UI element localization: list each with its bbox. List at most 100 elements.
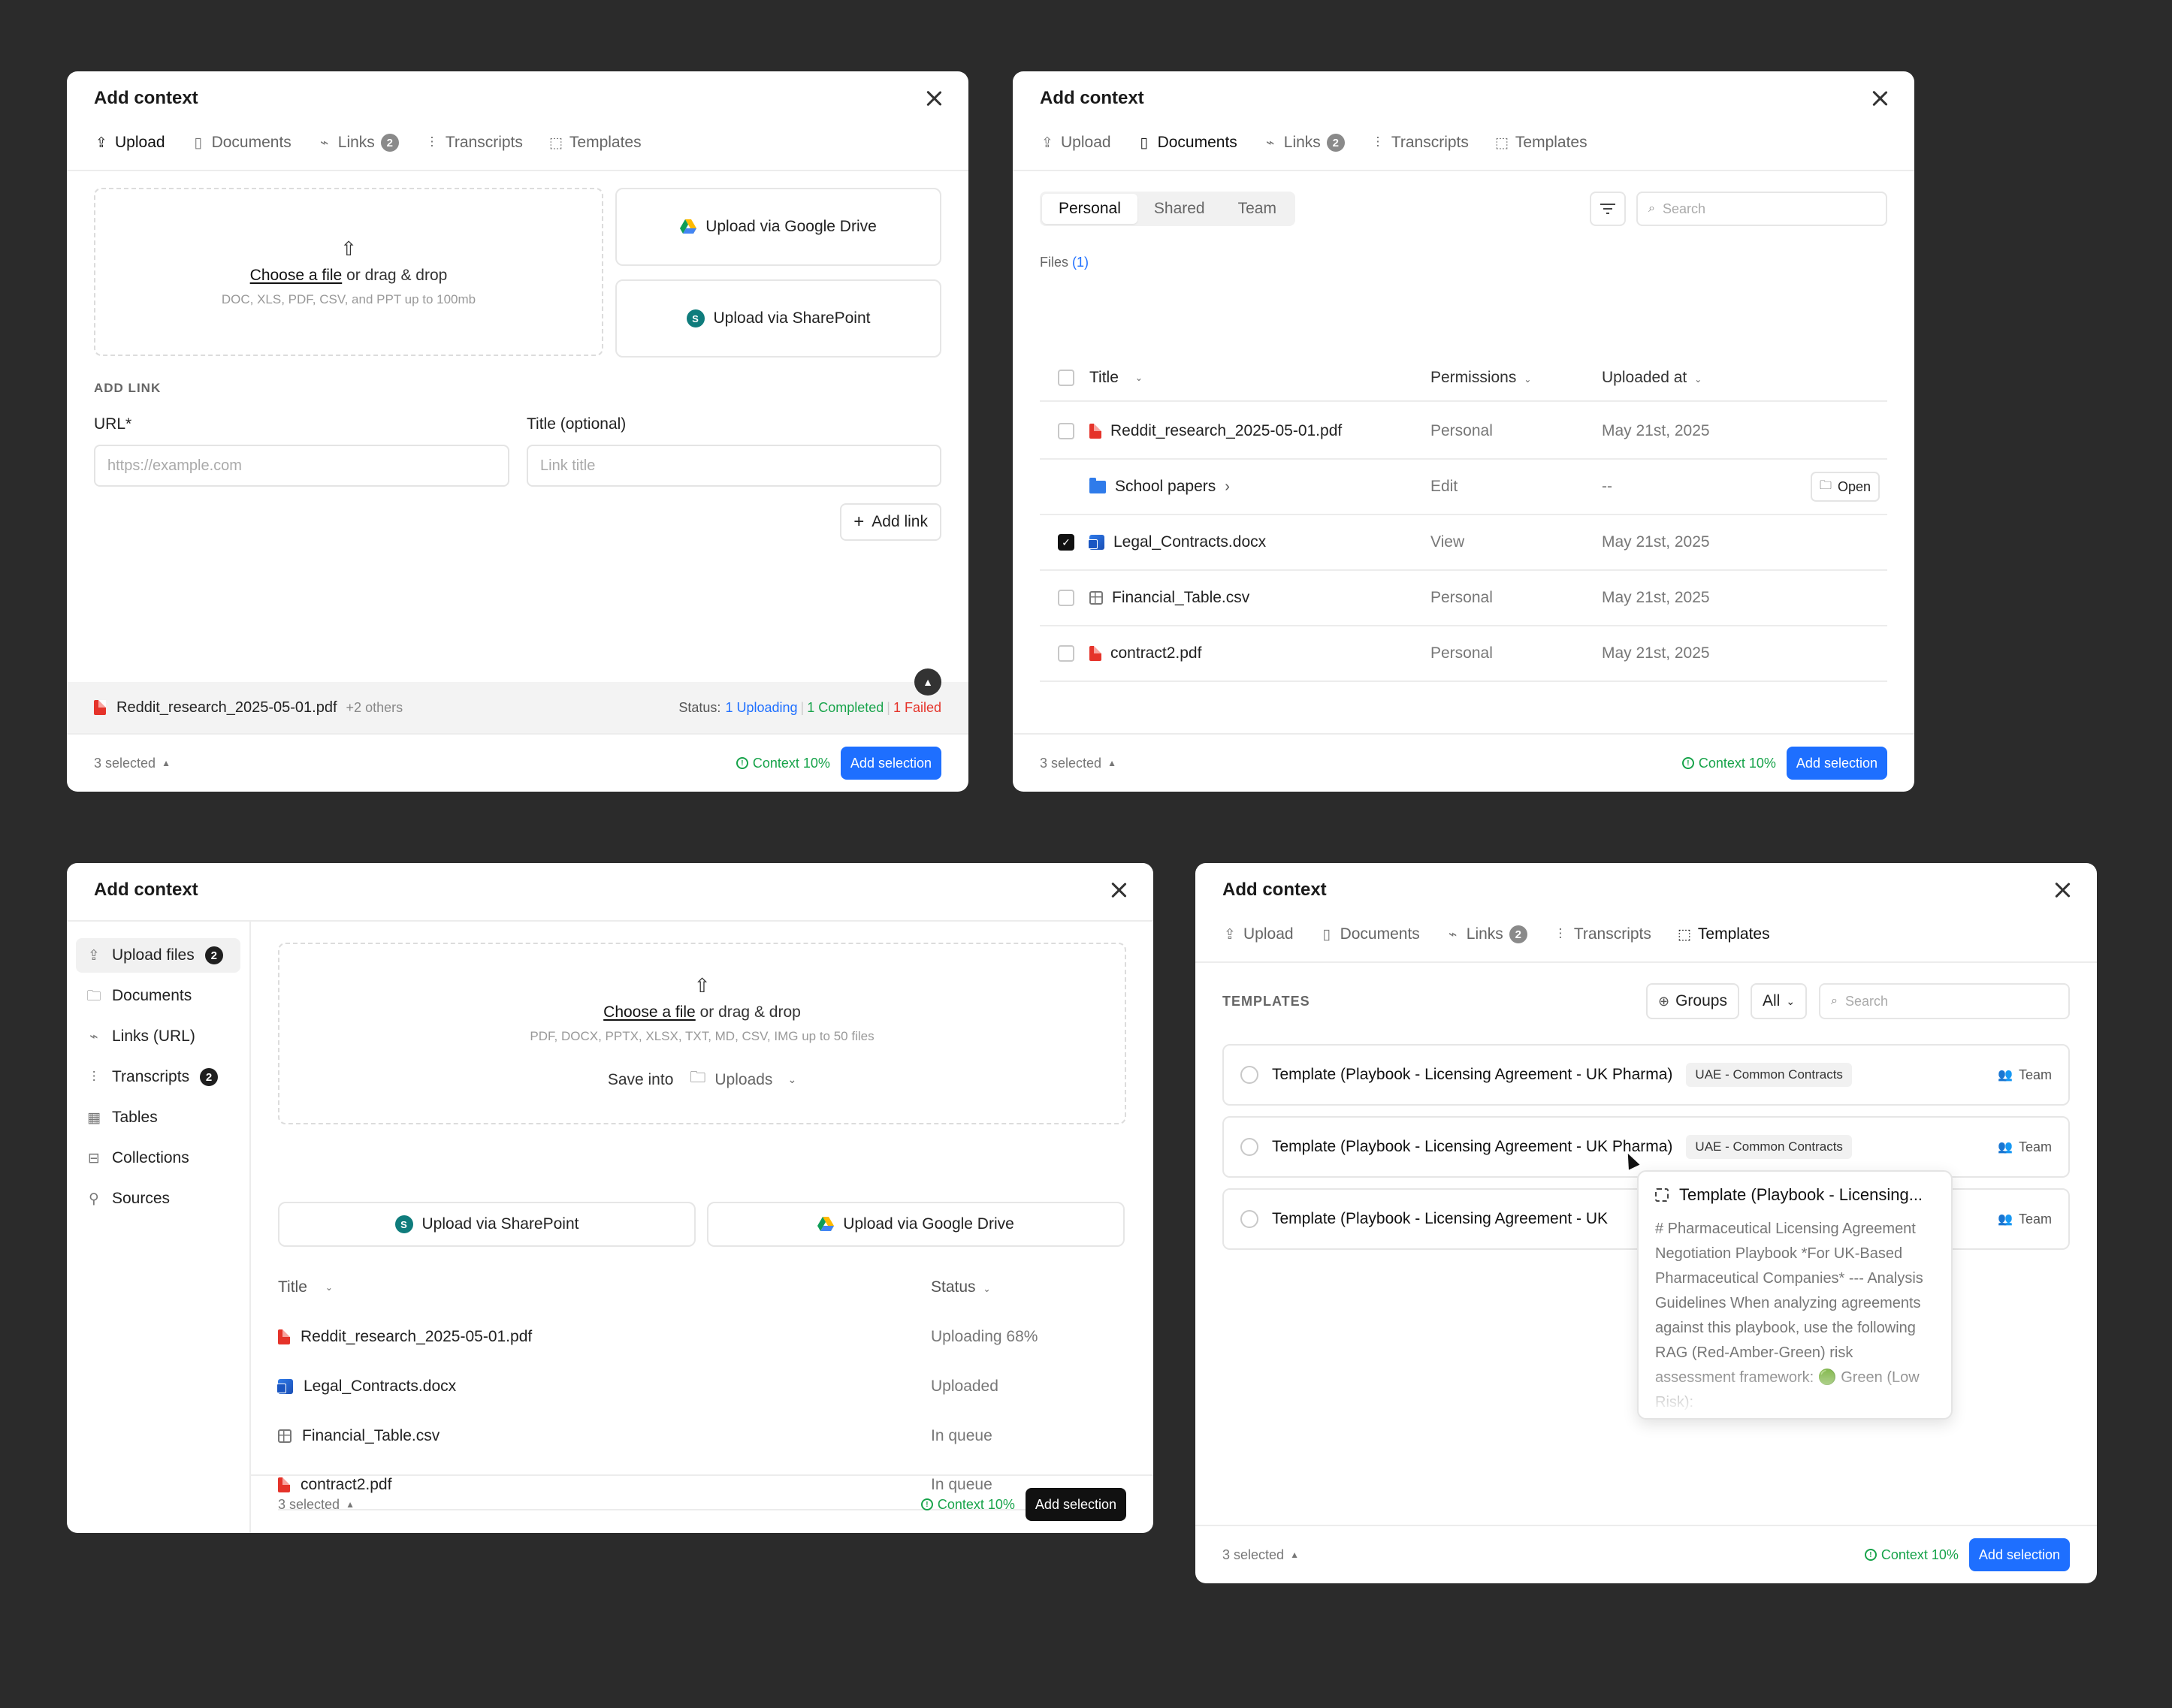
selected-count-toggle[interactable]: 3 selected ▲ — [1040, 756, 1116, 771]
file-permission: Personal — [1430, 644, 1493, 662]
column-title[interactable]: Title ⌄ — [278, 1278, 931, 1296]
segment-personal[interactable]: Personal — [1042, 194, 1137, 224]
add-context-dialog-sidebar: Add context ⇪ Upload files 2 🗀 Documents ⌁ L… — [67, 863, 1153, 1533]
tab-links[interactable]: ⌁ Links 2 — [1445, 923, 1527, 946]
sharepoint-button[interactable]: S Upload via SharePoint — [615, 279, 941, 358]
status-failed[interactable]: 1 Failed — [893, 700, 941, 716]
folder-icon: 🗀 — [86, 988, 101, 1004]
select-all-checkbox[interactable] — [1058, 370, 1074, 386]
tab-documents[interactable]: ▯ Documents — [1319, 923, 1419, 946]
segment-shared[interactable]: Shared — [1137, 194, 1222, 224]
column-permissions[interactable]: Permissions ⌄ — [1430, 369, 1602, 387]
open-folder-button[interactable]: 🗀 Open — [1810, 472, 1880, 502]
status-completed[interactable]: 1 Completed — [807, 700, 884, 716]
tab-templates[interactable]: ⬚ Templates — [1494, 131, 1587, 154]
row-checkbox-checked[interactable]: ✓ — [1058, 534, 1074, 551]
template-radio[interactable] — [1240, 1066, 1258, 1084]
sidebar-item-tables[interactable]: ▦ Tables — [76, 1100, 240, 1135]
tab-divider — [1195, 961, 2097, 963]
tab-templates[interactable]: ⬚ Templates — [1677, 923, 1770, 946]
column-status[interactable]: Status ⌄ — [931, 1278, 1126, 1296]
collapse-chevron-icon[interactable]: ▲ — [914, 668, 941, 696]
add-selection-button[interactable]: Add selection — [1786, 747, 1887, 780]
tab-upload[interactable]: ⇪ Upload — [1040, 131, 1111, 154]
tab-transcripts[interactable]: ⫶ Transcripts — [1553, 923, 1651, 946]
template-row[interactable]: Template (Playbook - Licensing Agreement… — [1222, 1116, 2070, 1178]
add-link-heading: ADD LINK — [94, 381, 162, 395]
close-icon[interactable] — [925, 89, 943, 107]
search-field[interactable]: ⌕ Search — [1636, 192, 1887, 226]
column-uploaded-at[interactable]: Uploaded at ⌄ — [1602, 369, 1887, 387]
add-link-button[interactable]: + Add link — [840, 503, 941, 541]
file-name: contract2.pdf — [1110, 644, 1202, 662]
tab-links[interactable]: ⌁ Links 2 — [1263, 131, 1345, 154]
tab-upload[interactable]: ⇪ Upload — [94, 131, 165, 154]
search-field[interactable]: ⌕ Search — [1819, 983, 2070, 1019]
table-row[interactable]: Reddit_research_2025-05-01.pdf Personal … — [1040, 404, 1887, 460]
sidebar-item-links[interactable]: ⌁ Links (URL) — [76, 1019, 240, 1054]
close-icon[interactable] — [1110, 881, 1128, 899]
segment-team[interactable]: Team — [1222, 194, 1293, 224]
save-into-selector[interactable]: Save into 🗀 Uploads ⌄ — [608, 1067, 796, 1093]
open-label: Open — [1837, 478, 1871, 494]
template-radio[interactable] — [1240, 1138, 1258, 1156]
template-icon — [1655, 1188, 1669, 1202]
sidebar-item-label: Links (URL) — [112, 1028, 195, 1045]
tab-transcripts[interactable]: ⫶ Transcripts — [1370, 131, 1468, 154]
scope-dropdown[interactable]: All ⌄ — [1751, 983, 1808, 1019]
google-drive-button[interactable]: Upload via Google Drive — [707, 1202, 1125, 1247]
google-drive-icon — [817, 1217, 835, 1231]
table-row[interactable]: contract2.pdf Personal May 21st, 2025 — [1040, 626, 1887, 682]
table-row[interactable]: Financial_Table.csv Personal May 21st, 2… — [1040, 571, 1887, 626]
add-selection-button[interactable]: Add selection — [840, 747, 941, 780]
template-radio[interactable] — [1240, 1210, 1258, 1228]
tab-divider — [1013, 170, 1914, 171]
table-row-folder[interactable]: School papers › Edit -- 🗀 Open — [1040, 460, 1887, 515]
save-into-value: Uploads — [714, 1070, 773, 1088]
tab-label: Templates — [569, 134, 642, 151]
link-title-input[interactable] — [527, 445, 941, 487]
choose-file-link[interactable]: Choose a file — [603, 1003, 696, 1021]
table-row[interactable]: ✓ Legal_Contracts.docx View May 21st, 20… — [1040, 515, 1887, 571]
tab-links[interactable]: ⌁ Links 2 — [317, 131, 399, 154]
file-dropzone[interactable]: ⇧ Choose a file or drag & drop PDF, DOCX… — [278, 943, 1126, 1124]
status-uploading[interactable]: 1 Uploading — [725, 700, 797, 716]
waveform-icon: ⫶ — [1558, 926, 1563, 943]
tab-documents[interactable]: ▯ Documents — [191, 131, 291, 154]
sidebar-item-transcripts[interactable]: ⫶ Transcripts 2 — [76, 1060, 240, 1094]
google-drive-button[interactable]: Upload via Google Drive — [615, 188, 941, 266]
add-selection-button[interactable]: Add selection — [1968, 1538, 2070, 1571]
tab-upload[interactable]: ⇪ Upload — [1222, 923, 1294, 946]
row-checkbox[interactable] — [1058, 423, 1074, 439]
tab-transcripts[interactable]: ⫶ Transcripts — [424, 131, 522, 154]
column-title[interactable]: Title ⌄ — [1089, 369, 1430, 387]
sidebar-item-documents[interactable]: 🗀 Documents — [76, 979, 240, 1013]
sources-icon: ⚲ — [89, 1190, 99, 1207]
row-checkbox[interactable] — [1058, 590, 1074, 606]
selected-count-toggle[interactable]: 3 selected ▲ — [278, 1497, 355, 1513]
row-checkbox[interactable] — [1058, 645, 1074, 662]
tab-templates[interactable]: ⬚ Templates — [548, 131, 642, 154]
tab-documents[interactable]: ▯ Documents — [1137, 131, 1237, 154]
choose-file-link[interactable]: Choose a file — [250, 267, 343, 284]
close-icon[interactable] — [1871, 89, 1889, 107]
sidebar-item-collections[interactable]: ⊟ Collections — [76, 1141, 240, 1175]
file-dropzone[interactable]: ⇧ Choose a file or drag & drop DOC, XLS,… — [94, 188, 603, 356]
selected-count-toggle[interactable]: 3 selected ▲ — [1222, 1547, 1299, 1563]
plus-icon: + — [853, 511, 865, 532]
url-input[interactable] — [94, 445, 509, 487]
sharepoint-button[interactable]: S Upload via SharePoint — [278, 1202, 696, 1247]
sidebar-item-sources[interactable]: ⚲ Sources — [76, 1181, 240, 1216]
selected-count: 3 selected — [278, 1496, 340, 1512]
selected-count-toggle[interactable]: 3 selected ▲ — [94, 756, 171, 771]
sidebar-item-upload-files[interactable]: ⇪ Upload files 2 — [76, 938, 240, 973]
add-selection-button[interactable]: Add selection — [1025, 1488, 1126, 1521]
filter-button[interactable] — [1590, 192, 1626, 226]
tab-bar: ⇪ Upload ▯ Documents ⌁ Links 2 ⫶ Transcripts … — [1222, 923, 2097, 959]
files-count-value: (1) — [1072, 255, 1089, 270]
upload-status-bar: Reddit_research_2025-05-01.pdf +2 others… — [67, 682, 968, 733]
team-icon: 👥 — [1998, 1213, 2013, 1226]
close-icon[interactable] — [2053, 881, 2071, 899]
template-row[interactable]: Template (Playbook - Licensing Agreement… — [1222, 1044, 2070, 1106]
groups-filter-button[interactable]: ⊕ Groups — [1646, 983, 1739, 1019]
